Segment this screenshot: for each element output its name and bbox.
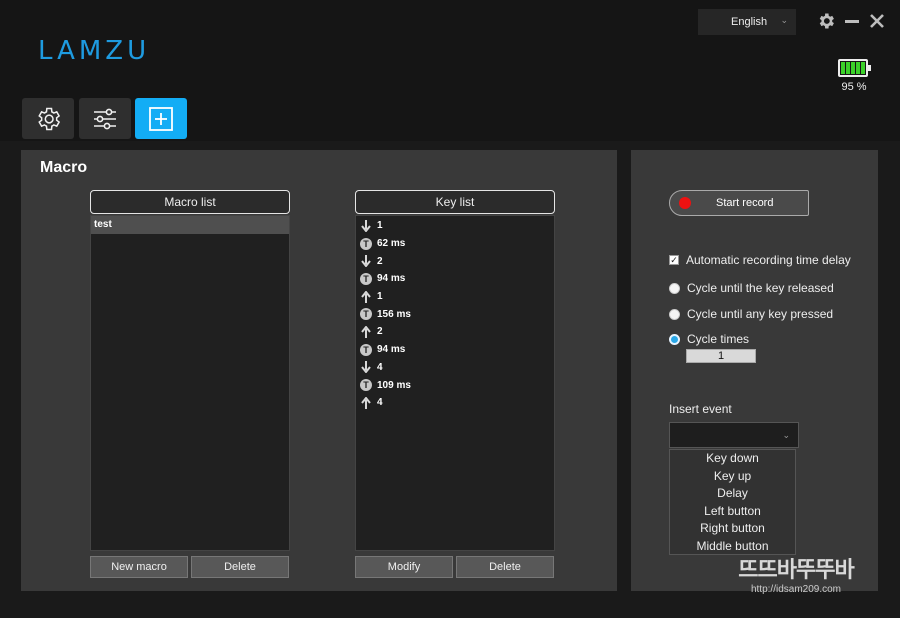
battery-tip	[868, 65, 871, 71]
key-event-row[interactable]: 1	[356, 288, 554, 306]
delay-icon: T	[360, 379, 372, 392]
arrow-up-icon	[360, 325, 372, 338]
key-event-row[interactable]: 2	[356, 252, 554, 270]
cycle-times-option[interactable]: Cycle times	[669, 332, 749, 346]
key-event-row[interactable]: 4	[356, 394, 554, 412]
insert-event-dropdown: Key down Key up Delay Left button Right …	[669, 449, 796, 555]
key-event-label: 2	[377, 326, 383, 338]
language-select[interactable]: English ⌄	[698, 9, 796, 35]
key-event-label: 1	[377, 291, 383, 303]
macro-list-header: Macro list	[90, 190, 290, 214]
cycle-release-radio[interactable]	[669, 282, 680, 294]
key-event-label: 2	[377, 255, 383, 267]
key-event-label: 4	[377, 397, 383, 409]
delay-icon: T	[360, 308, 372, 321]
key-event-row[interactable]: T 94 ms	[356, 270, 554, 288]
key-event-row[interactable]: 2	[356, 323, 554, 341]
arrow-down-icon	[360, 255, 372, 268]
auto-delay-checkbox[interactable]: ✓	[669, 255, 679, 265]
battery-cell	[846, 62, 850, 74]
insert-option-key-up[interactable]: Key up	[670, 468, 795, 486]
key-event-row[interactable]: T 109 ms	[356, 376, 554, 394]
cycle-release-option[interactable]: Cycle until the key released	[669, 281, 834, 295]
plus-square-icon	[149, 106, 173, 131]
insert-option-delay[interactable]: Delay	[670, 485, 795, 503]
page-title: Macro	[40, 159, 88, 176]
key-list-header: Key list	[355, 190, 555, 214]
minimize-icon	[845, 20, 859, 23]
minimize-button[interactable]	[841, 10, 863, 32]
watermark: 뜨뜨바뚜뚜바 http://idsam209.com	[706, 552, 886, 595]
gear-icon	[819, 13, 834, 29]
app-logo: LAMZU	[38, 36, 151, 66]
delete-key-button[interactable]: Delete	[456, 556, 554, 578]
arrow-up-icon	[360, 396, 372, 409]
macro-list[interactable]: test	[90, 215, 290, 551]
key-event-label: 4	[377, 361, 383, 373]
language-value: English	[731, 16, 768, 28]
cycle-release-label: Cycle until the key released	[687, 281, 834, 295]
key-event-label: 109 ms	[377, 379, 411, 391]
battery-cell	[861, 62, 865, 74]
insert-event-select[interactable]: ⌄	[669, 422, 799, 448]
key-event-label: 156 ms	[377, 308, 411, 320]
record-dot-icon	[679, 197, 691, 209]
battery-cell	[856, 62, 860, 74]
battery-cell	[851, 62, 855, 74]
close-button[interactable]	[866, 10, 888, 32]
battery-cell	[841, 62, 845, 74]
close-icon	[870, 14, 884, 28]
app-settings-button[interactable]	[815, 10, 837, 32]
key-event-label: 62 ms	[377, 238, 406, 250]
watermark-url: http://idsam209.com	[750, 584, 842, 595]
key-event-label: 1	[377, 220, 383, 232]
arrow-down-icon	[360, 361, 372, 374]
gear-icon	[38, 107, 61, 130]
auto-delay-label: Automatic recording time delay	[686, 253, 851, 267]
key-event-row[interactable]: T 62 ms	[356, 235, 554, 253]
start-record-button[interactable]: Start record	[669, 190, 809, 216]
new-macro-button[interactable]: New macro	[90, 556, 188, 578]
insert-option-left-button[interactable]: Left button	[670, 503, 795, 521]
delay-icon: T	[360, 237, 372, 250]
tab-adjust[interactable]	[79, 98, 131, 139]
macro-list-item[interactable]: test	[91, 216, 289, 234]
sliders-icon	[94, 108, 116, 129]
key-event-label: 94 ms	[377, 344, 406, 356]
delay-icon: T	[360, 272, 372, 285]
tab-macro[interactable]	[135, 98, 187, 139]
insert-option-right-button[interactable]: Right button	[670, 520, 795, 538]
cycle-any-key-option[interactable]: Cycle until any key pressed	[669, 307, 833, 321]
battery-percent: 95 %	[841, 81, 867, 93]
arrow-down-icon	[360, 219, 372, 232]
insert-option-key-down[interactable]: Key down	[670, 450, 795, 468]
key-event-row[interactable]: 4	[356, 359, 554, 377]
chevron-down-icon: ⌄	[780, 15, 788, 25]
chevron-down-icon: ⌄	[782, 430, 790, 440]
cycle-times-input[interactable]: 1	[686, 349, 756, 363]
key-event-row[interactable]: 1	[356, 217, 554, 235]
arrow-up-icon	[360, 290, 372, 303]
cycle-any-key-label: Cycle until any key pressed	[687, 307, 834, 321]
start-record-label: Start record	[716, 197, 774, 209]
watermark-title: 뜨뜨바뚜뚜바	[738, 557, 854, 582]
modify-key-button[interactable]: Modify	[355, 556, 453, 578]
cycle-times-radio[interactable]	[669, 333, 680, 345]
key-event-row[interactable]: T 94 ms	[356, 341, 554, 359]
auto-delay-option[interactable]: ✓ Automatic recording time delay	[669, 253, 851, 267]
delay-icon: T	[360, 343, 372, 356]
insert-event-label: Insert event	[669, 402, 732, 416]
cycle-times-label: Cycle times	[687, 332, 750, 346]
battery-indicator	[838, 59, 871, 77]
key-list[interactable]: 1 T 62 ms 2 T 94 ms 1 T 156 ms 2 T 94 ms 4 T 109 ms 4	[355, 215, 555, 551]
key-event-label: 94 ms	[377, 273, 406, 285]
delete-macro-button[interactable]: Delete	[191, 556, 289, 578]
key-event-row[interactable]: T 156 ms	[356, 305, 554, 323]
cycle-any-key-radio[interactable]	[669, 308, 680, 320]
tab-settings[interactable]	[22, 98, 74, 139]
